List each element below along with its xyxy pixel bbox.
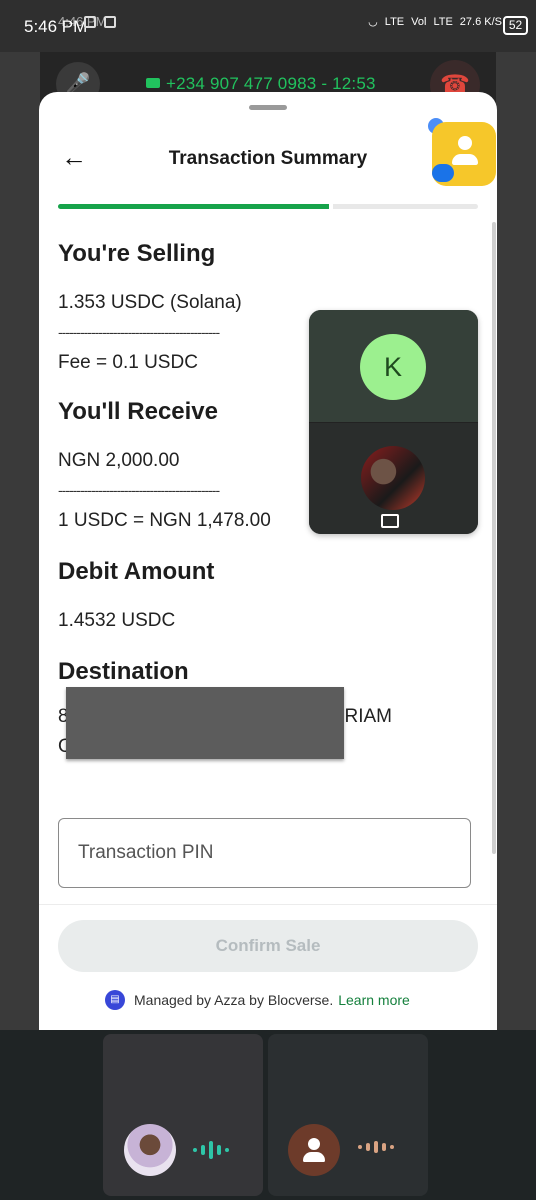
audio-wave-icon-2 bbox=[358, 1141, 394, 1153]
divider-2: ----------------------------------------… bbox=[58, 482, 220, 498]
person-icon bbox=[288, 1124, 340, 1176]
network-label-1: LTE bbox=[384, 15, 405, 28]
audio-wave-icon-1 bbox=[193, 1141, 229, 1159]
transaction-pin-field[interactable] bbox=[58, 818, 471, 888]
background-right bbox=[496, 52, 536, 1030]
assistant-head bbox=[458, 136, 472, 150]
background-left bbox=[0, 52, 40, 1030]
network-label-2: Vol bbox=[411, 15, 427, 28]
debit-amount: 1.4532 USDC bbox=[58, 610, 176, 631]
call-info[interactable]: +234 907 477 0983 - 12:53 bbox=[146, 74, 376, 94]
call-info-text: +234 907 477 0983 - 12:53 bbox=[166, 74, 376, 93]
learn-more-link[interactable]: Learn more bbox=[338, 992, 410, 1008]
status-bar: 4:46 PM 5:46 PM ◡ LTE Vol LTE 27.6 K/S 5… bbox=[0, 0, 536, 52]
battery-icon: 52 bbox=[503, 16, 528, 35]
debit-heading: Debit Amount bbox=[58, 558, 215, 585]
pip-avatar: K bbox=[360, 334, 426, 400]
participant-avatar-1 bbox=[124, 1124, 176, 1176]
redaction-block bbox=[66, 687, 344, 759]
cast-icon[interactable] bbox=[381, 514, 399, 528]
drag-handle[interactable] bbox=[249, 105, 287, 110]
progress-fill bbox=[58, 204, 331, 209]
screen-icon bbox=[84, 16, 96, 28]
footer-divider bbox=[39, 904, 497, 905]
chat-icon bbox=[104, 16, 116, 28]
confirm-sale-button[interactable]: Confirm Sale bbox=[58, 920, 478, 972]
participant-tile-2[interactable] bbox=[268, 1034, 428, 1196]
scrollbar[interactable] bbox=[492, 222, 496, 854]
transaction-pin-input[interactable] bbox=[59, 819, 470, 887]
pip-video[interactable]: K bbox=[309, 310, 478, 534]
participant-tile-1[interactable] bbox=[103, 1034, 263, 1196]
notification-icons bbox=[84, 16, 116, 28]
assistant-chat-icon bbox=[432, 164, 454, 182]
transaction-summary-sheet: ← Transaction Summary You're Selling 1.3… bbox=[39, 92, 497, 1030]
person-head bbox=[308, 1138, 320, 1150]
azza-icon: ▤ bbox=[105, 990, 125, 1010]
video-icon bbox=[146, 78, 160, 88]
selling-heading: You're Selling bbox=[58, 240, 216, 267]
speed-label: 27.6 K/S bbox=[459, 15, 502, 28]
assistant-body bbox=[452, 154, 478, 165]
managed-by-row: ▤ Managed by Azza by Blocverse. Learn mo… bbox=[105, 990, 410, 1010]
progress-gap bbox=[329, 204, 333, 209]
network-label-3: LTE bbox=[433, 15, 453, 28]
managed-text: Managed by Azza by Blocverse. bbox=[134, 992, 334, 1008]
status-indicators: ◡ LTE Vol LTE 27.6 K/S bbox=[368, 15, 502, 28]
status-time: 5:46 PM bbox=[24, 17, 88, 36]
pip-photo-avatar bbox=[361, 446, 425, 510]
wifi-icon: ◡ bbox=[368, 16, 378, 28]
destination-heading: Destination bbox=[58, 658, 189, 685]
page-title: Transaction Summary bbox=[168, 148, 368, 169]
person-body bbox=[303, 1152, 325, 1162]
destination-suffix: RIAM bbox=[344, 706, 393, 727]
divider-1: ----------------------------------------… bbox=[58, 324, 220, 340]
